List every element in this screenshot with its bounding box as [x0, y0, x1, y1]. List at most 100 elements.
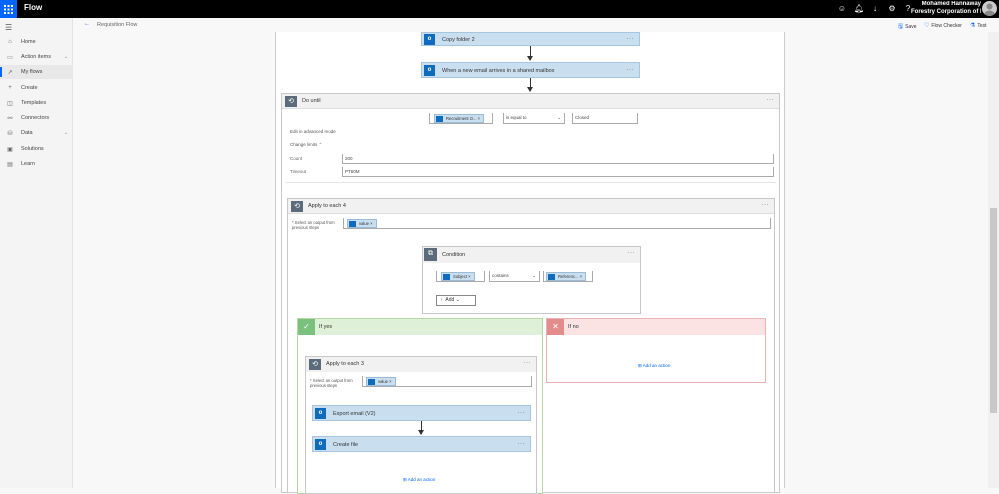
back-arrow-icon[interactable]: ← [84, 21, 90, 27]
vertical-scrollbar[interactable] [988, 32, 999, 488]
app-launcher-icon[interactable] [0, 0, 17, 18]
do-until-block: ⟲ Do until ··· Recruitment O... × is equ… [281, 93, 780, 494]
apply-to-each-3-block: ⟲ Apply to each 3 ··· * Select an output… [305, 356, 537, 494]
save-label: Save [905, 24, 917, 30]
apply3-header[interactable]: ⟲ Apply to each 3 ··· [306, 357, 536, 372]
download-icon[interactable]: ↓ [870, 4, 880, 14]
more-options-icon[interactable]: ··· [518, 410, 526, 416]
loop-icon: ⟲ [285, 96, 297, 107]
step-title: When a new email arrives in a shared mai… [442, 68, 555, 74]
divider [286, 182, 776, 183]
condition-operator-select[interactable]: contains ⌄ [489, 271, 540, 282]
add-action-link[interactable]: ⊞ Add an action [403, 477, 435, 483]
loop-icon: ⟲ [309, 359, 321, 370]
avatar[interactable] [982, 1, 997, 16]
chevron-down-icon: ⌄ [63, 130, 68, 136]
user-info[interactable]: Mohamed Hannaway Forestry Corporation of… [911, 1, 981, 16]
token-label: value [359, 221, 370, 226]
save-button[interactable]: 🖫︎ Save [898, 22, 917, 32]
block-title: Condition [442, 252, 466, 258]
until-value-field[interactable]: Closed [572, 113, 638, 124]
token-recruitment[interactable]: Recruitment O... × [434, 114, 485, 123]
more-options-icon[interactable]: ··· [767, 97, 775, 103]
count-input[interactable]: 200 [342, 154, 774, 164]
apply4-header[interactable]: ⟲ Apply to each 4 ··· [288, 199, 774, 214]
step-title: Copy folder 2 [442, 37, 475, 43]
sidebar-item-data[interactable]: ⛁ Data ⌄ [0, 126, 73, 140]
chevron-down-icon: ⌄ [63, 54, 68, 60]
sidebar-item-label: Action items [21, 54, 51, 60]
breadcrumb: Requisition Flow [97, 22, 138, 28]
count-label: Count [290, 156, 303, 161]
advanced-mode-link[interactable]: Edit in advanced mode [290, 129, 336, 134]
sidebar-item-action-items[interactable]: ▭ Action items ⌄ [0, 50, 73, 64]
sidebar-item-label: Data [21, 130, 33, 136]
if-yes-branch: ✓ If yes ⟲ Apply to each 3 ··· * Select … [297, 318, 543, 494]
condition-add-button[interactable]: ⁝ Add ⌄ [436, 295, 476, 306]
gear-icon[interactable]: ⚙ [887, 4, 897, 14]
smiley-icon[interactable]: ☺ [837, 4, 847, 14]
step-new-email[interactable]: o When a new email arrives in a shared m… [421, 62, 640, 78]
more-options-icon[interactable]: ··· [628, 250, 636, 256]
connectors-icon: ⚯ [7, 115, 13, 122]
more-options-icon[interactable]: ··· [627, 67, 635, 73]
more-options-icon[interactable]: ··· [762, 202, 770, 208]
chevron-down-icon: ⌄ [455, 297, 460, 303]
add-action-link[interactable]: ⊞ Add an action [638, 363, 670, 369]
limits-label: Change limits [290, 142, 318, 147]
timeout-label: Timeout [290, 169, 307, 174]
apply-to-each-4-block: ⟲ Apply to each 4 ··· * Select an output… [287, 198, 775, 494]
plus-icon: + [8, 85, 12, 91]
sidebar-item-label: Solutions [21, 146, 44, 152]
command-bar: ← Requisition Flow 🖫︎ Save ♡ Flow Checker … [74, 18, 999, 32]
sidebar-item-solutions[interactable]: ▣ Solutions [0, 142, 73, 156]
until-operator-select[interactable]: is equal to ⌄ [503, 113, 565, 124]
more-options-icon[interactable]: ··· [524, 360, 532, 366]
add-action-label: Add an action [642, 363, 671, 368]
timeout-input[interactable]: PT60M [342, 167, 774, 177]
hamburger-icon[interactable]: ☰ [5, 23, 12, 32]
chevron-up-icon: ⌃ [318, 142, 323, 147]
step-copy-folder[interactable]: o Copy folder 2 ··· [421, 32, 640, 46]
scrollbar-thumb[interactable] [990, 208, 997, 413]
sidebar-item-create[interactable]: + Create [0, 81, 73, 95]
operator-value: is equal to [506, 115, 527, 120]
test-button[interactable]: ⚗ Test [970, 22, 987, 30]
sidebar-item-connectors[interactable]: ⚯ Connectors [0, 111, 73, 125]
step-title: Export email (V2) [333, 411, 376, 417]
flow-checker-button[interactable]: ♡ Flow Checker [924, 22, 962, 30]
token-value[interactable]: value × [347, 219, 377, 228]
token-label: Subject [453, 274, 467, 279]
step-create-file[interactable]: o Create file ··· [312, 436, 531, 452]
bell-icon[interactable]: 🔔︎ [854, 4, 864, 14]
connector-arrow [527, 78, 533, 92]
if-no-branch: ✕ If no ⊞ Add an action [546, 318, 766, 383]
token-subject[interactable]: Subject × [441, 272, 475, 281]
do-until-header[interactable]: ⟲ Do until ··· [282, 94, 779, 109]
sidebar-item-home[interactable]: ⌂ Home [0, 35, 73, 49]
sidebar-item-label: Learn [21, 161, 36, 167]
token-reference[interactable]: Referenc... × [546, 272, 587, 281]
home-icon: ⌂ [8, 39, 12, 45]
token-label: value [378, 379, 389, 384]
connector-arrow [418, 421, 424, 435]
app-brand[interactable]: Flow [24, 3, 42, 12]
add-action-icon: ⊞ [638, 363, 642, 368]
sidebar-item-templates[interactable]: ◫ Templates [0, 96, 73, 110]
more-options-icon[interactable]: ··· [518, 441, 526, 447]
more-options-icon[interactable]: ··· [627, 36, 635, 42]
save-icon: 🖫︎ [898, 24, 904, 30]
block-title: Apply to each 4 [308, 203, 346, 209]
add-label: Add [445, 297, 455, 303]
loop-icon: ⟲ [291, 201, 303, 212]
select-output-field[interactable] [343, 218, 771, 229]
token-value[interactable]: value × [366, 377, 396, 386]
condition-header[interactable]: ⧉ Condition ··· [423, 247, 640, 263]
step-title: Create file [333, 442, 359, 448]
operator-value: contains [492, 273, 509, 278]
change-limits-toggle[interactable]: Change limits ⌃ [290, 142, 322, 148]
top-bar: Flow ☺ 🔔︎ ↓ ⚙ ? Mohamed Hannaway Forestr… [0, 0, 999, 18]
sidebar-item-my-flows[interactable]: ↗ My flows [0, 65, 73, 79]
step-export-email[interactable]: o Export email (V2) ··· [312, 405, 531, 421]
sidebar-item-learn[interactable]: ▤ Learn [0, 157, 73, 171]
